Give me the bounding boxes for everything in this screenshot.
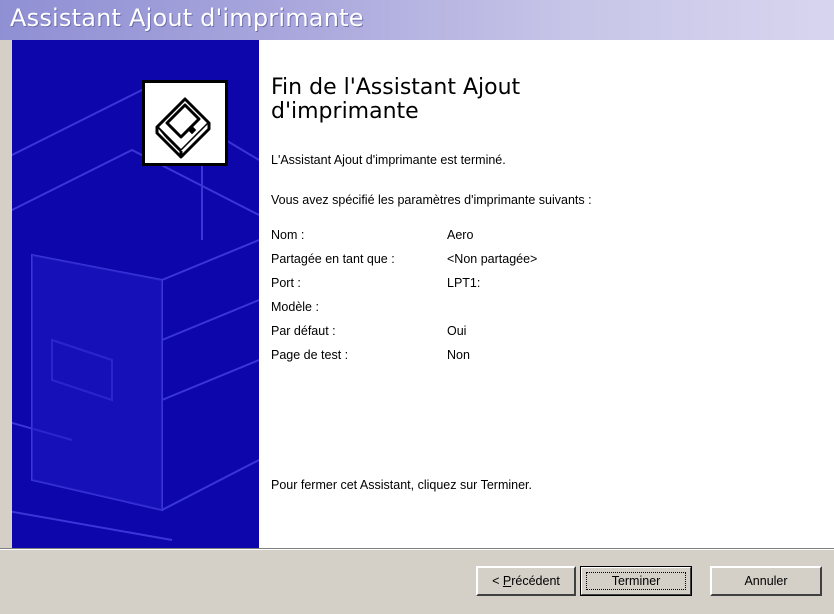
close-instruction-text: Pour fermer cet Assistant, cliquez sur T…: [271, 478, 532, 492]
window-title: Assistant Ajout d'imprimante: [10, 4, 364, 32]
setting-value-test-page: Non: [447, 348, 470, 362]
setting-value-default: Oui: [447, 324, 467, 338]
completed-text: L'Assistant Ajout d'imprimante est termi…: [271, 153, 506, 167]
main-panel: Fin de l'Assistant Ajout d'imprimante L'…: [259, 40, 834, 548]
back-button[interactable]: < Précédent: [476, 566, 576, 596]
wizard-window: Assistant Ajout d'imprimante Fin de l'As…: [0, 0, 834, 614]
cancel-button[interactable]: Annuler: [710, 566, 822, 596]
finish-button-label: Terminer: [611, 574, 661, 588]
back-button-mnemonic: P: [502, 574, 512, 588]
back-button-rest: récédent: [511, 574, 560, 588]
setting-label-port: Port :: [271, 276, 301, 290]
setting-value-port: LPT1:: [447, 276, 481, 290]
back-button-label: < Précédent: [492, 574, 560, 588]
cancel-button-label: Annuler: [744, 574, 788, 588]
page-title: Fin de l'Assistant Ajout d'imprimante: [271, 75, 521, 124]
setting-label-test-page: Page de test :: [271, 348, 349, 362]
setting-label-name: Nom :: [271, 228, 305, 242]
button-separator: [0, 548, 834, 550]
setting-label-model: Modèle :: [271, 300, 319, 314]
back-button-prefix: <: [492, 574, 503, 588]
setting-value-name: Aero: [447, 228, 474, 242]
wizard-content: Fin de l'Assistant Ajout d'imprimante L'…: [12, 40, 834, 548]
setting-label-default: Par défaut :: [271, 324, 336, 338]
printer-icon: [142, 80, 228, 166]
finish-button[interactable]: Terminer: [580, 566, 692, 596]
title-bar[interactable]: Assistant Ajout d'imprimante: [0, 0, 834, 40]
specified-text: Vous avez spécifié les paramètres d'impr…: [271, 193, 592, 207]
setting-label-shared: Partagée en tant que :: [271, 252, 395, 266]
setting-value-shared: <Non partagée>: [447, 252, 538, 266]
side-banner: [12, 40, 259, 548]
